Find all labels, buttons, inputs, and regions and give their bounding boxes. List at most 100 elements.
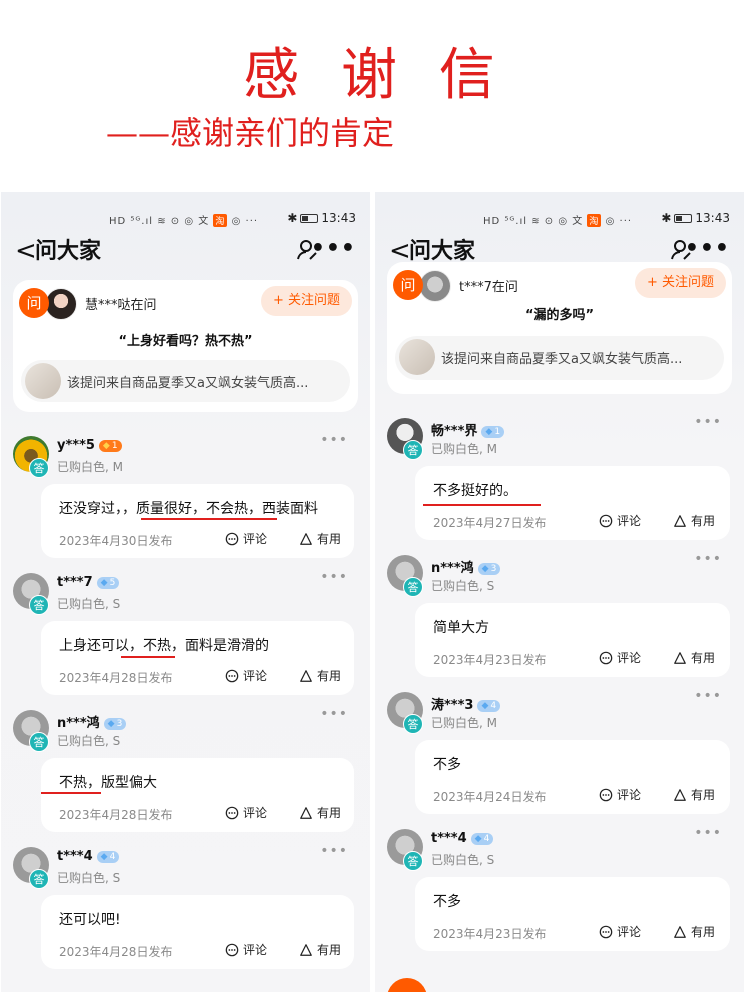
back-icon[interactable]: < — [15, 236, 37, 266]
answer-date: 2023年4月30日发布 — [59, 534, 173, 548]
answer-date: 2023年4月24日发布 — [433, 790, 547, 804]
product-link[interactable]: 该提问来自商品夏季又a又飒女装气质高... — [21, 360, 350, 402]
screenshot-right: HD ⁵ᴳ.ıl ≋ ⊙ ◎ 文 淘 ◎ ··· ✱ 13:43 < 问大家 ••… — [375, 192, 744, 992]
useful-button[interactable]: 有用 — [673, 649, 715, 666]
useful-button[interactable]: 有用 — [299, 804, 341, 821]
more-icon[interactable]: ••• — [311, 236, 356, 262]
comment-button[interactable]: 评论 — [599, 786, 641, 803]
question-badge: 问 — [393, 270, 423, 300]
highlight-underline — [423, 504, 541, 506]
more-icon[interactable]: ••• — [320, 843, 348, 859]
more-icon[interactable]: ••• — [685, 236, 730, 262]
question-badge: 问 — [19, 288, 49, 318]
level-badge: 3 — [477, 562, 501, 575]
more-icon[interactable]: ••• — [694, 551, 722, 567]
comment-icon — [599, 514, 613, 528]
useful-button[interactable]: 有用 — [673, 923, 715, 940]
question-card[interactable]: 问 慧***哒在问 + 关注问题 “上身好看吗？热不热” 该提问来自商品夏季又a… — [13, 280, 358, 412]
thumb-icon — [674, 926, 686, 938]
answer-card[interactable]: 还没穿过，，质量很好，不会热，西装面料 2023年4月30日发布 评论 有用 — [41, 484, 354, 558]
answer-card[interactable]: 还可以吧! 2023年4月28日发布 评论 有用 — [41, 895, 354, 969]
question-text: “漏的多吗” — [524, 308, 595, 323]
follow-question-button[interactable]: + 关注问题 — [260, 286, 352, 316]
question-card[interactable]: 问 t***7在问 + 关注问题 “漏的多吗” 该提问来自商品夏季又a又飒女装气… — [387, 262, 732, 394]
answer-text: 不热，版型偏大 — [59, 775, 157, 791]
answer-text: 简单大方 — [433, 620, 489, 636]
useful-button[interactable]: 有用 — [299, 530, 341, 547]
highlight-underline — [141, 518, 277, 520]
purchase-spec: 已购白色, S — [431, 853, 495, 867]
more-icon[interactable]: ••• — [320, 706, 348, 722]
purchase-spec: 已购白色, S — [57, 734, 121, 748]
answer-card[interactable]: 简单大方 2023年4月23日发布 评论 有用 — [415, 603, 730, 677]
answerer-name: t***44 — [57, 849, 120, 864]
useful-button[interactable]: 有用 — [299, 667, 341, 684]
comment-icon — [225, 806, 239, 820]
floating-action-button[interactable] — [387, 978, 427, 992]
answer-card[interactable]: 不热，版型偏大 2023年4月28日发布 评论 有用 — [41, 758, 354, 832]
comment-button[interactable]: 评论 — [225, 804, 267, 821]
answer-badge: 答 — [403, 577, 423, 597]
comment-icon — [225, 532, 239, 546]
thumb-icon — [300, 533, 312, 545]
answerer-name: 涛***34 — [431, 694, 501, 713]
nav-title: 问大家 — [35, 239, 102, 264]
answerer-name: t***75 — [57, 575, 120, 590]
answer-card[interactable]: 不多 2023年4月24日发布 评论 有用 — [415, 740, 730, 814]
useful-button[interactable]: 有用 — [673, 512, 715, 529]
avatar — [45, 288, 77, 320]
more-icon[interactable]: ••• — [694, 688, 722, 704]
more-icon[interactable]: ••• — [694, 414, 722, 430]
status-icons: HD ⁵ᴳ.ıl ≋ ⊙ ◎ 文 淘 ◎ ··· — [483, 214, 633, 227]
product-link[interactable]: 该提问来自商品夏季又a又飒女装气质高... — [395, 336, 724, 380]
purchase-spec: 已购白色, S — [57, 597, 121, 611]
more-icon[interactable]: ••• — [320, 569, 348, 585]
product-text: 该提问来自商品夏季又a又飒女装气质高... — [67, 376, 309, 391]
answer-badge: 答 — [29, 732, 49, 752]
comment-button[interactable]: 评论 — [599, 923, 641, 940]
asker-name: 慧***哒在问 — [85, 298, 157, 313]
level-badge: 3 — [103, 717, 127, 730]
level-badge: 4 — [477, 699, 501, 712]
answer-text: 还没穿过，，质量很好，不会热，西装面料 — [59, 501, 318, 517]
screenshot-left: HD ⁵ᴳ.ıl ≋ ⊙ ◎ 文 淘 ◎ ··· ✱ 13:43 < 问大家 ••… — [1, 192, 370, 992]
level-badge: 4 — [470, 832, 494, 845]
level-badge: 1 — [481, 425, 505, 438]
taobao-icon: 淘 — [213, 214, 228, 227]
comment-button[interactable]: 评论 — [225, 667, 267, 684]
more-icon[interactable]: ••• — [320, 432, 348, 448]
comment-icon — [599, 788, 613, 802]
thumb-icon — [674, 652, 686, 664]
product-thumbnail — [25, 363, 61, 399]
thumb-icon — [300, 807, 312, 819]
bluetooth-icon: ✱ — [287, 211, 298, 225]
comment-button[interactable]: 评论 — [225, 530, 267, 547]
answer-badge: 答 — [403, 440, 423, 460]
more-icon[interactable]: ••• — [694, 825, 722, 841]
comment-button[interactable]: 评论 — [225, 941, 267, 958]
product-thumbnail — [399, 339, 435, 375]
thumb-icon — [674, 515, 686, 527]
useful-button[interactable]: 有用 — [299, 941, 341, 958]
answer-text: 不多 — [433, 894, 461, 910]
page-title: 感 谢 信 — [243, 43, 507, 108]
status-right: ✱ 13:43 — [661, 211, 730, 225]
status-bar: HD ⁵ᴳ.ıl ≋ ⊙ ◎ 文 淘 ◎ ··· ✱ 13:43 — [1, 210, 370, 228]
comment-button[interactable]: 评论 — [599, 649, 641, 666]
follow-question-button[interactable]: + 关注问题 — [634, 268, 726, 298]
useful-button[interactable]: 有用 — [673, 786, 715, 803]
answer-text: 不多挺好的。 — [433, 483, 517, 499]
avatar — [419, 270, 451, 302]
purchase-spec: 已购白色, S — [57, 871, 121, 885]
answer-card[interactable]: 上身还可以，不热，面料是滑滑的 2023年4月28日发布 评论 有用 — [41, 621, 354, 695]
answerer-name: n***鸿3 — [431, 557, 501, 576]
answer-card[interactable]: 不多 2023年4月23日发布 评论 有用 — [415, 877, 730, 951]
level-badge: 4 — [96, 850, 120, 863]
comment-icon — [225, 669, 239, 683]
product-text: 该提问来自商品夏季又a又飒女装气质高... — [441, 352, 683, 367]
answer-date: 2023年4月28日发布 — [59, 808, 173, 822]
page-subtitle: ——感谢亲们的肯定 — [106, 114, 395, 152]
battery-icon — [674, 214, 693, 223]
answer-card[interactable]: 不多挺好的。 2023年4月27日发布 评论 有用 — [415, 466, 730, 540]
comment-button[interactable]: 评论 — [599, 512, 641, 529]
